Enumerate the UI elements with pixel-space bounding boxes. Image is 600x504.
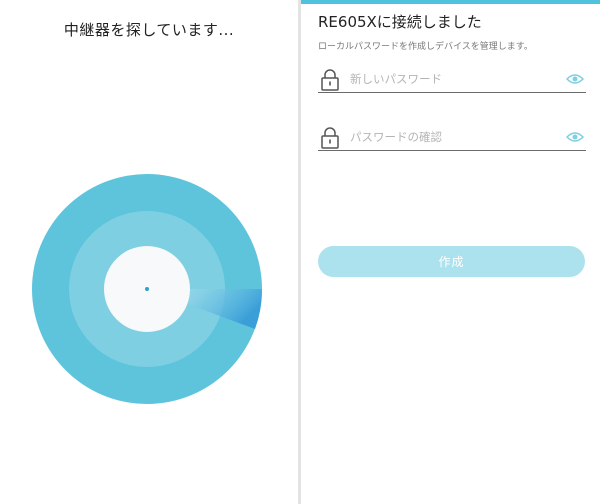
- screen: 中継器を探しています... RE605Xに接続しました ローカルパスワードを作成…: [0, 0, 600, 504]
- confirm-password-input[interactable]: [350, 126, 550, 148]
- radar-scan-animation: [32, 174, 262, 404]
- eye-icon[interactable]: [566, 131, 584, 143]
- create-button[interactable]: 作成: [318, 246, 585, 277]
- lock-icon: [321, 69, 339, 91]
- searching-title: 中継器を探しています...: [63, 21, 235, 39]
- new-password-input[interactable]: [350, 68, 550, 90]
- accent-top-bar: [301, 0, 600, 4]
- connected-title: RE605Xに接続しました: [318, 13, 482, 31]
- eye-icon[interactable]: [566, 73, 584, 85]
- create-password-panel: RE605Xに接続しました ローカルパスワードを作成しデバイスを管理します。 作…: [301, 0, 600, 504]
- confirm-password-field: [318, 124, 586, 151]
- new-password-field: [318, 66, 586, 93]
- lock-icon: [321, 127, 339, 149]
- searching-panel: 中継器を探しています...: [0, 0, 298, 504]
- radar-center-dot: [145, 287, 149, 291]
- connected-subtitle: ローカルパスワードを作成しデバイスを管理します。: [318, 42, 533, 52]
